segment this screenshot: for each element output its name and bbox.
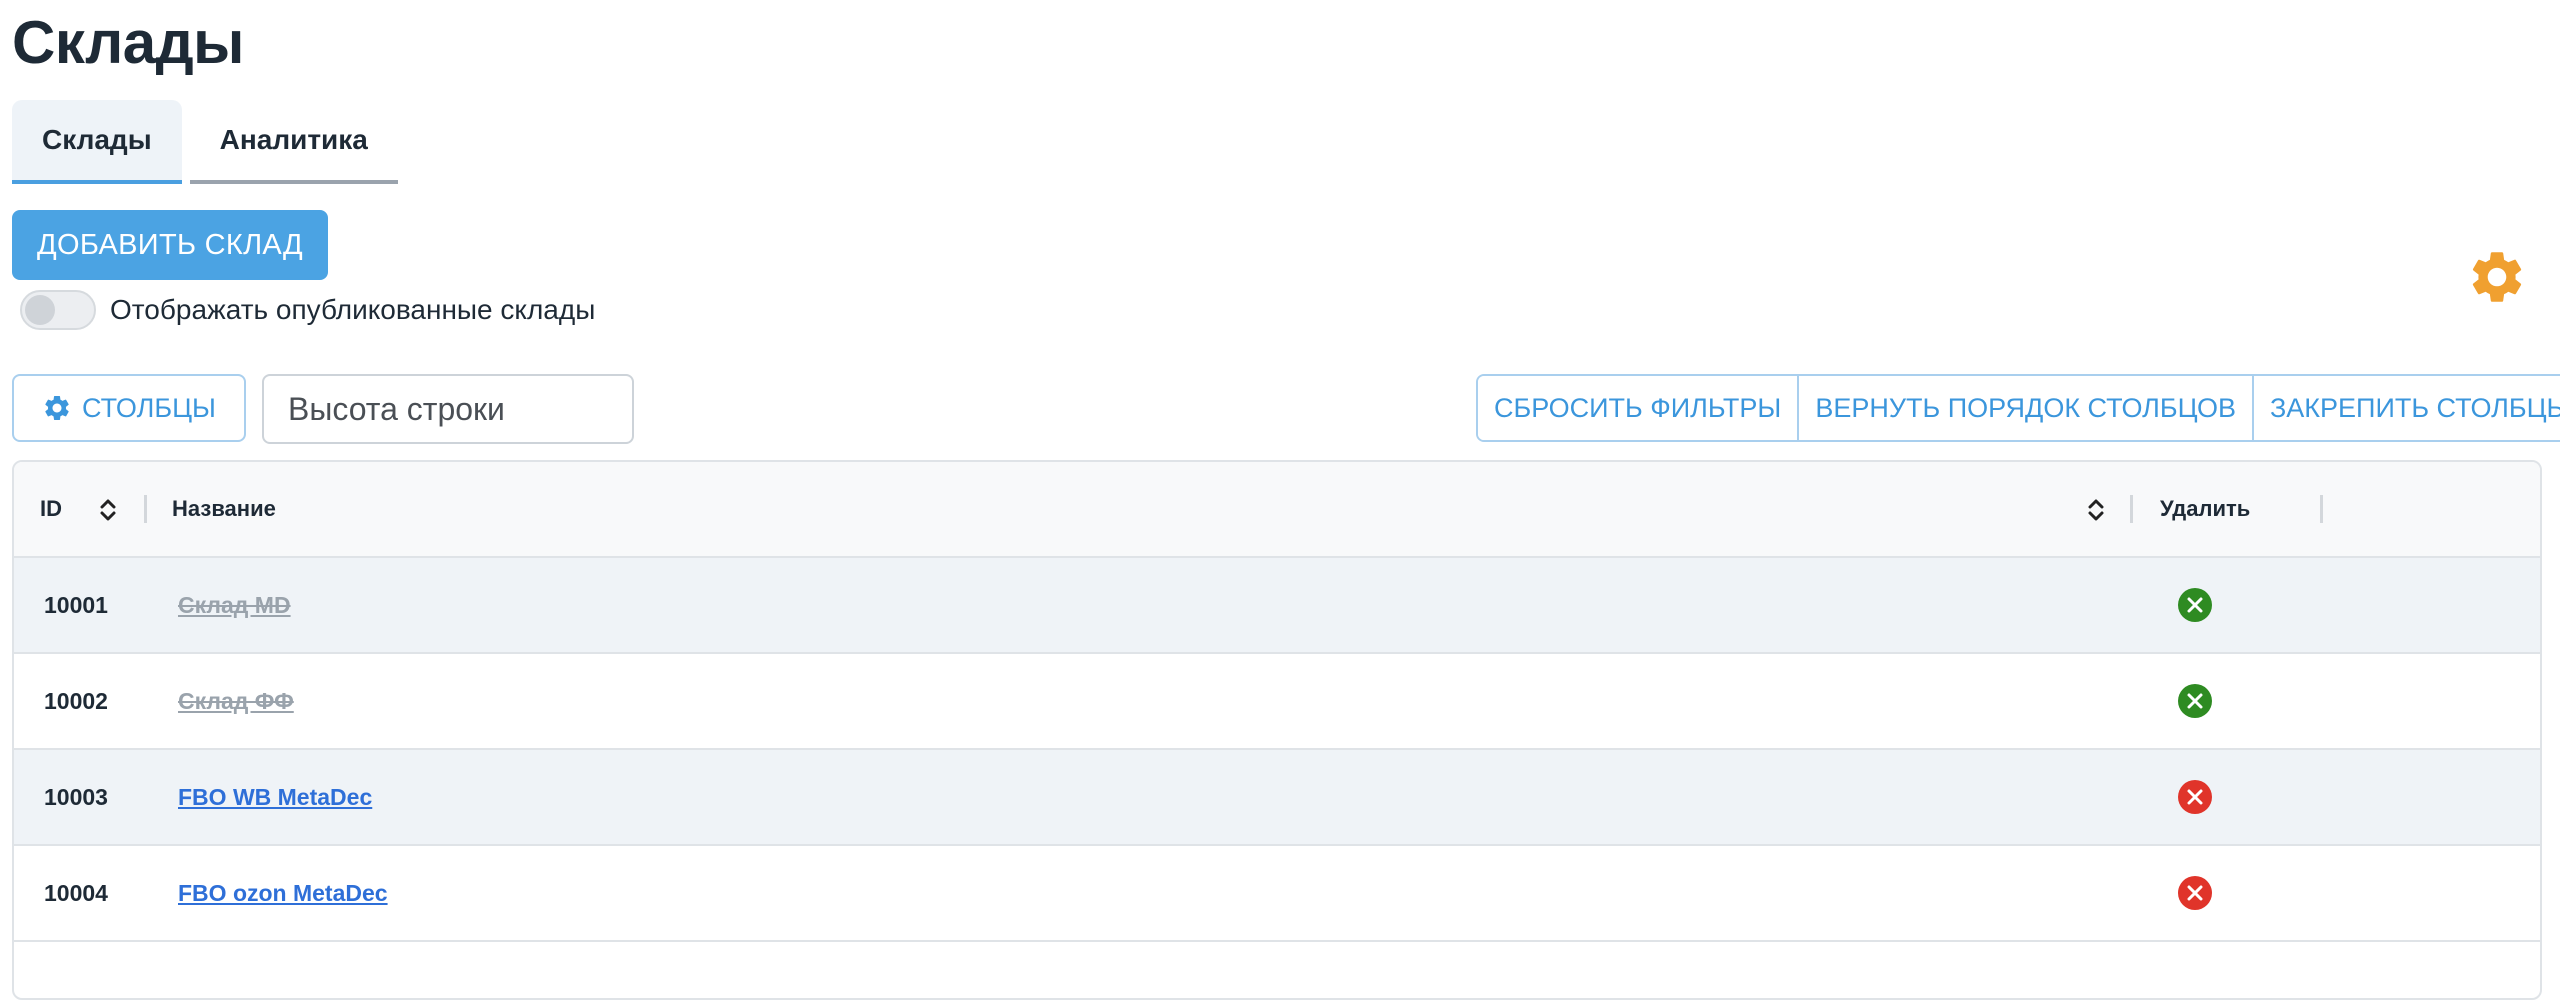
add-warehouse-button[interactable]: ДОБАВИТЬ СКЛАД xyxy=(12,210,328,280)
column-resizer[interactable] xyxy=(2130,495,2133,523)
column-header-delete: Удалить xyxy=(2160,496,2251,521)
pin-columns-button[interactable]: ЗАКРЕПИТЬ СТОЛБЦЫ xyxy=(2251,376,2560,440)
reset-filters-button[interactable]: СБРОСИТЬ ФИЛЬТРЫ xyxy=(1478,376,1798,440)
published-toggle-row: Отображать опубликованные склады xyxy=(20,290,595,330)
tab-bar: Склады Аналитика xyxy=(12,100,398,184)
close-circle-icon[interactable] xyxy=(2178,588,2212,622)
table-row: 10003 FBO WB MetaDec xyxy=(14,750,2540,846)
warehouses-table: ID Название Удалить 10001 Склад МD 10002… xyxy=(12,460,2542,1000)
tab-warehouses[interactable]: Склады xyxy=(12,100,182,184)
column-header-name[interactable]: Название xyxy=(172,462,276,556)
column-header-id[interactable]: ID xyxy=(40,462,62,556)
restore-column-order-button[interactable]: ВЕРНУТЬ ПОРЯДОК СТОЛБЦОВ xyxy=(1797,376,2252,440)
table-row: 10002 Склад ФФ xyxy=(14,654,2540,750)
columns-button[interactable]: СТОЛБЦЫ xyxy=(12,374,246,442)
column-resizer[interactable] xyxy=(144,495,147,523)
close-circle-icon[interactable] xyxy=(2178,684,2212,718)
cell-id: 10004 xyxy=(44,879,108,906)
cell-id: 10003 xyxy=(44,783,108,810)
table-actions-group: СБРОСИТЬ ФИЛЬТРЫ ВЕРНУТЬ ПОРЯДОК СТОЛБЦО… xyxy=(1476,374,2560,442)
warehouse-name-link[interactable]: FBO WB MetaDec xyxy=(178,784,372,811)
gear-icon xyxy=(45,396,69,420)
cell-id: 10001 xyxy=(44,591,108,618)
sort-icon[interactable] xyxy=(2086,496,2106,524)
published-toggle[interactable] xyxy=(20,290,96,330)
sort-icon[interactable] xyxy=(98,496,118,524)
cell-id: 10002 xyxy=(44,687,108,714)
close-circle-icon[interactable] xyxy=(2178,780,2212,814)
column-resizer[interactable] xyxy=(2320,495,2323,523)
warehouse-name-link[interactable]: Склад МD xyxy=(178,592,291,619)
toggle-knob xyxy=(25,295,55,325)
tab-analytics[interactable]: Аналитика xyxy=(189,100,398,184)
published-toggle-label: Отображать опубликованные склады xyxy=(110,294,596,325)
close-circle-icon[interactable] xyxy=(2178,876,2212,910)
table-row: 10004 FBO ozon MetaDec xyxy=(14,846,2540,942)
columns-button-label: СТОЛБЦЫ xyxy=(82,392,216,423)
row-height-input[interactable] xyxy=(262,374,634,444)
page-title: Склады xyxy=(12,9,244,76)
warehouse-name-link[interactable]: Склад ФФ xyxy=(178,688,294,715)
warehouse-name-link[interactable]: FBO ozon MetaDec xyxy=(178,880,388,907)
table-header: ID Название Удалить xyxy=(14,462,2540,558)
table-row: 10001 Склад МD xyxy=(14,558,2540,654)
gear-icon[interactable] xyxy=(2466,246,2528,308)
